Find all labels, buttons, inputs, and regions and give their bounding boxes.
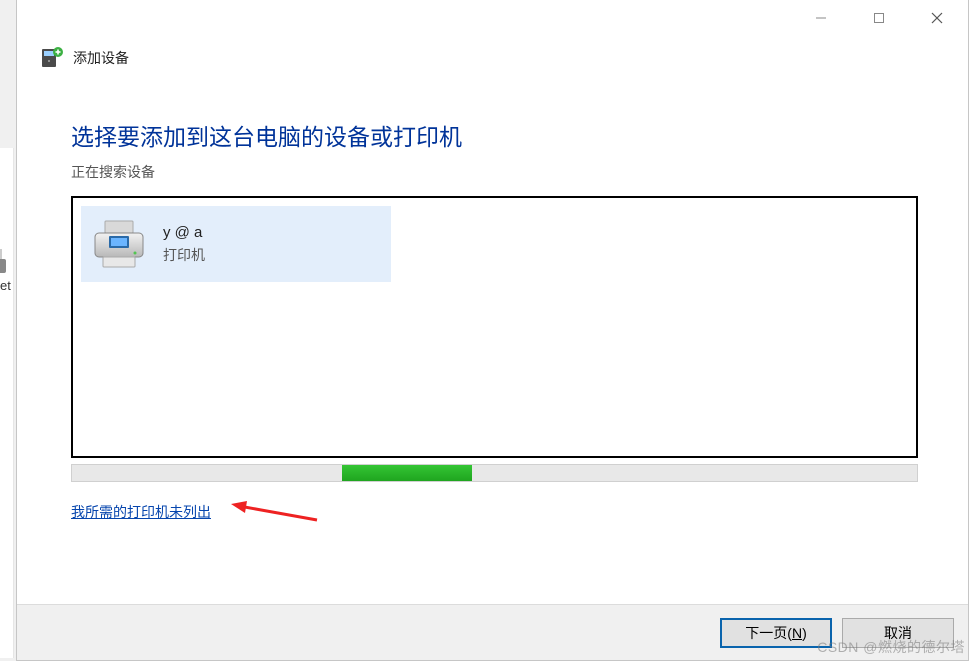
device-text: y @ a 打印机: [163, 224, 205, 265]
dialog-title: 添加设备: [73, 48, 129, 68]
maximize-button[interactable]: [850, 0, 908, 36]
background-printer-thumb: [0, 243, 10, 283]
background-label: et: [0, 278, 11, 293]
add-device-dialog: 添加设备 选择要添加到这台电脑的设备或打印机 正在搜索设备: [16, 0, 969, 661]
device-type: 打印机: [163, 245, 205, 265]
minimize-button[interactable]: [792, 0, 850, 36]
annotation-arrow-icon: [231, 500, 321, 524]
device-item[interactable]: y @ a 打印机: [81, 206, 391, 282]
main-heading: 选择要添加到这台电脑的设备或打印机: [71, 118, 918, 152]
next-button-suffix: ): [802, 625, 807, 641]
cancel-button[interactable]: 取消: [842, 618, 954, 648]
dialog-header: 添加设备: [17, 36, 968, 70]
sub-heading: 正在搜索设备: [71, 162, 918, 182]
maximize-icon: [873, 12, 885, 24]
search-progress: [71, 464, 918, 482]
device-name: y @ a: [163, 224, 205, 241]
next-button[interactable]: 下一页(N): [720, 618, 832, 648]
progress-chunk: [342, 465, 472, 481]
close-icon: [930, 11, 944, 25]
next-button-prefix: 下一页(: [745, 625, 792, 641]
background-window-edge: et: [0, 148, 14, 658]
dialog-content: 选择要添加到这台电脑的设备或打印机 正在搜索设备: [17, 70, 968, 524]
link-row: 我所需的打印机未列出: [71, 500, 918, 524]
printer-icon: [89, 217, 149, 271]
device-list[interactable]: y @ a 打印机: [71, 196, 918, 458]
add-device-icon: [39, 46, 63, 70]
printer-not-listed-link[interactable]: 我所需的打印机未列出: [71, 502, 211, 522]
minimize-icon: [815, 12, 827, 24]
close-button[interactable]: [908, 0, 966, 36]
dialog-footer: 下一页(N) 取消: [17, 604, 968, 660]
next-button-accel: N: [792, 625, 802, 641]
titlebar: [17, 0, 968, 36]
